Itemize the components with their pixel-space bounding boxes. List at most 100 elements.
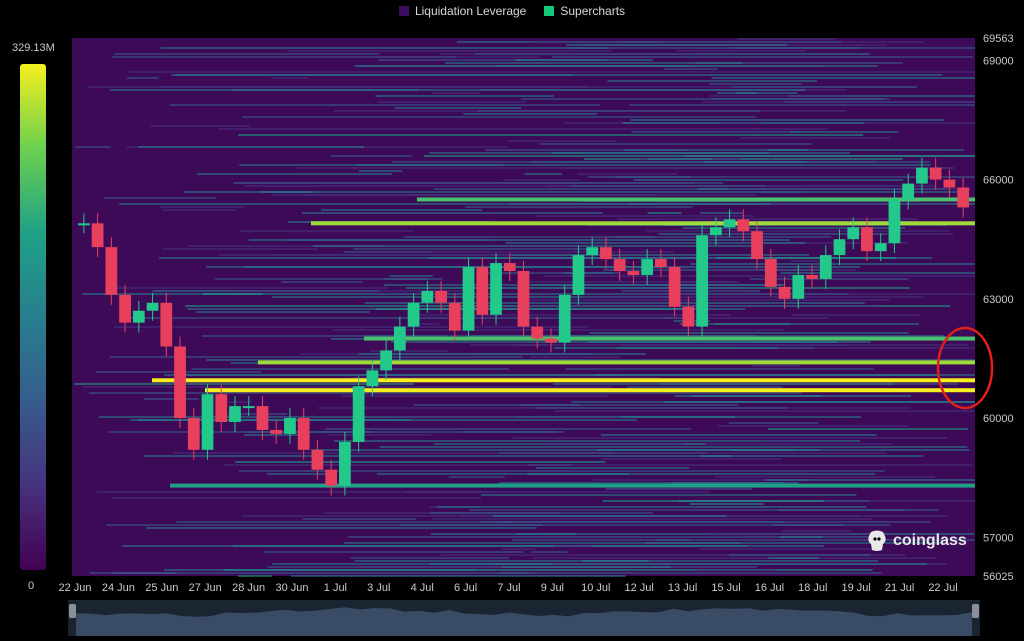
coinglass-watermark: coinglass — [867, 530, 967, 552]
heatmap-band — [702, 101, 975, 103]
heatmap-band — [354, 560, 879, 562]
x-tick-label: 19 Jul — [842, 582, 871, 594]
candle-body — [421, 290, 434, 303]
heatmap-band — [602, 500, 824, 502]
candle-body — [256, 406, 269, 430]
heatmap-band — [492, 515, 726, 517]
candle-body — [764, 259, 777, 287]
heatmap-band — [413, 404, 739, 406]
candle-body — [929, 167, 942, 180]
x-tick-label: 28 Jun — [232, 582, 265, 594]
heatmap-band — [239, 164, 931, 166]
heatmap-band — [218, 128, 759, 130]
heatmap-band — [82, 386, 613, 388]
heatmap-band — [524, 173, 562, 175]
x-tick-label: 27 Jun — [189, 582, 222, 594]
heatmap-band — [301, 212, 603, 214]
heatmap-band — [751, 365, 801, 367]
heatmap-band — [320, 209, 482, 211]
coinglass-logo-icon — [868, 530, 886, 551]
heatmap-band — [330, 155, 412, 157]
heatmap-band — [74, 383, 414, 385]
candle-body — [242, 406, 255, 409]
heatmap-band — [294, 167, 952, 169]
heatmap-band — [239, 230, 414, 232]
heatmap-band — [779, 536, 823, 538]
heatmap-band — [565, 368, 874, 370]
heatmap-band — [781, 530, 851, 532]
candle-body — [517, 270, 530, 327]
heatmap-band — [480, 494, 857, 496]
heatmap-band — [160, 47, 609, 49]
y-tick-label: 60000 — [983, 413, 1014, 425]
heatmap-band — [554, 410, 975, 412]
slider-handle-right[interactable] — [972, 604, 979, 618]
heatmap-band — [714, 476, 935, 478]
x-tick-label: 25 Jun — [145, 582, 178, 594]
heatmap-band — [75, 146, 111, 148]
heatmap-band — [242, 116, 756, 118]
candle-body — [119, 294, 131, 323]
heatmap-band — [515, 59, 653, 61]
heatmap-band — [526, 473, 876, 475]
candle-body — [751, 231, 763, 260]
strong-liquidation-level — [364, 336, 975, 341]
heatmap-band — [89, 572, 882, 574]
heatmap-band — [699, 548, 876, 550]
heatmap-band — [510, 254, 810, 256]
heatmap-band — [740, 137, 890, 139]
heatmap-band — [160, 206, 245, 208]
candle-body — [847, 227, 860, 240]
candle-body — [132, 310, 145, 323]
x-tick-label: 30 Jun — [275, 582, 308, 594]
heatmap-band — [195, 311, 370, 313]
heatmap-band — [162, 209, 235, 211]
heatmap-band — [583, 296, 924, 298]
heatmap-band — [169, 104, 601, 106]
candle-body — [311, 449, 324, 470]
y-tick-label: 63000 — [983, 294, 1014, 306]
heatmap-band — [765, 479, 975, 481]
heatmap-band — [614, 236, 832, 238]
candle-body — [737, 219, 750, 232]
heatmap-band — [394, 107, 522, 109]
time-range-slider[interactable] — [68, 600, 980, 636]
candle-body — [187, 418, 200, 450]
heatmap-band — [444, 62, 743, 64]
candle-body — [600, 247, 612, 260]
heatmap-band — [663, 68, 718, 70]
heatmap-band — [106, 524, 542, 526]
x-tick-label: 4 Jul — [411, 582, 434, 594]
heatmap-band — [709, 533, 851, 535]
heatmap-band — [503, 179, 581, 181]
heatmap-band — [287, 50, 612, 52]
heatmap-band — [700, 212, 743, 214]
candle-body — [435, 290, 447, 303]
heatmap-band — [88, 392, 802, 394]
heatmap-band — [730, 47, 975, 49]
strong-liquidation-level — [205, 388, 975, 393]
candle-body — [819, 255, 832, 279]
x-tick-label: 24 Jun — [102, 582, 135, 594]
candle-body — [407, 302, 420, 327]
slider-handle-left[interactable] — [69, 604, 76, 618]
candle-body — [352, 386, 365, 442]
candle-body — [916, 167, 928, 184]
candle-body — [284, 418, 296, 434]
candle-body — [668, 267, 681, 307]
heatmap-band — [577, 173, 678, 175]
heatmap-band — [281, 281, 363, 283]
heatmap-band — [305, 194, 658, 196]
heatmap-band — [224, 464, 973, 466]
candle-body — [888, 199, 901, 244]
y-tick-label: 66000 — [983, 175, 1014, 187]
candle-body — [448, 302, 461, 331]
candle-body — [503, 263, 516, 271]
heatmap-band — [728, 554, 871, 556]
heatmap-band — [728, 422, 819, 424]
heatmap-band — [531, 551, 569, 553]
heatmap-band — [353, 248, 600, 250]
heatmap-band — [676, 50, 806, 52]
x-tick-label: 22 Jul — [928, 582, 957, 594]
heatmap-band — [631, 131, 798, 133]
